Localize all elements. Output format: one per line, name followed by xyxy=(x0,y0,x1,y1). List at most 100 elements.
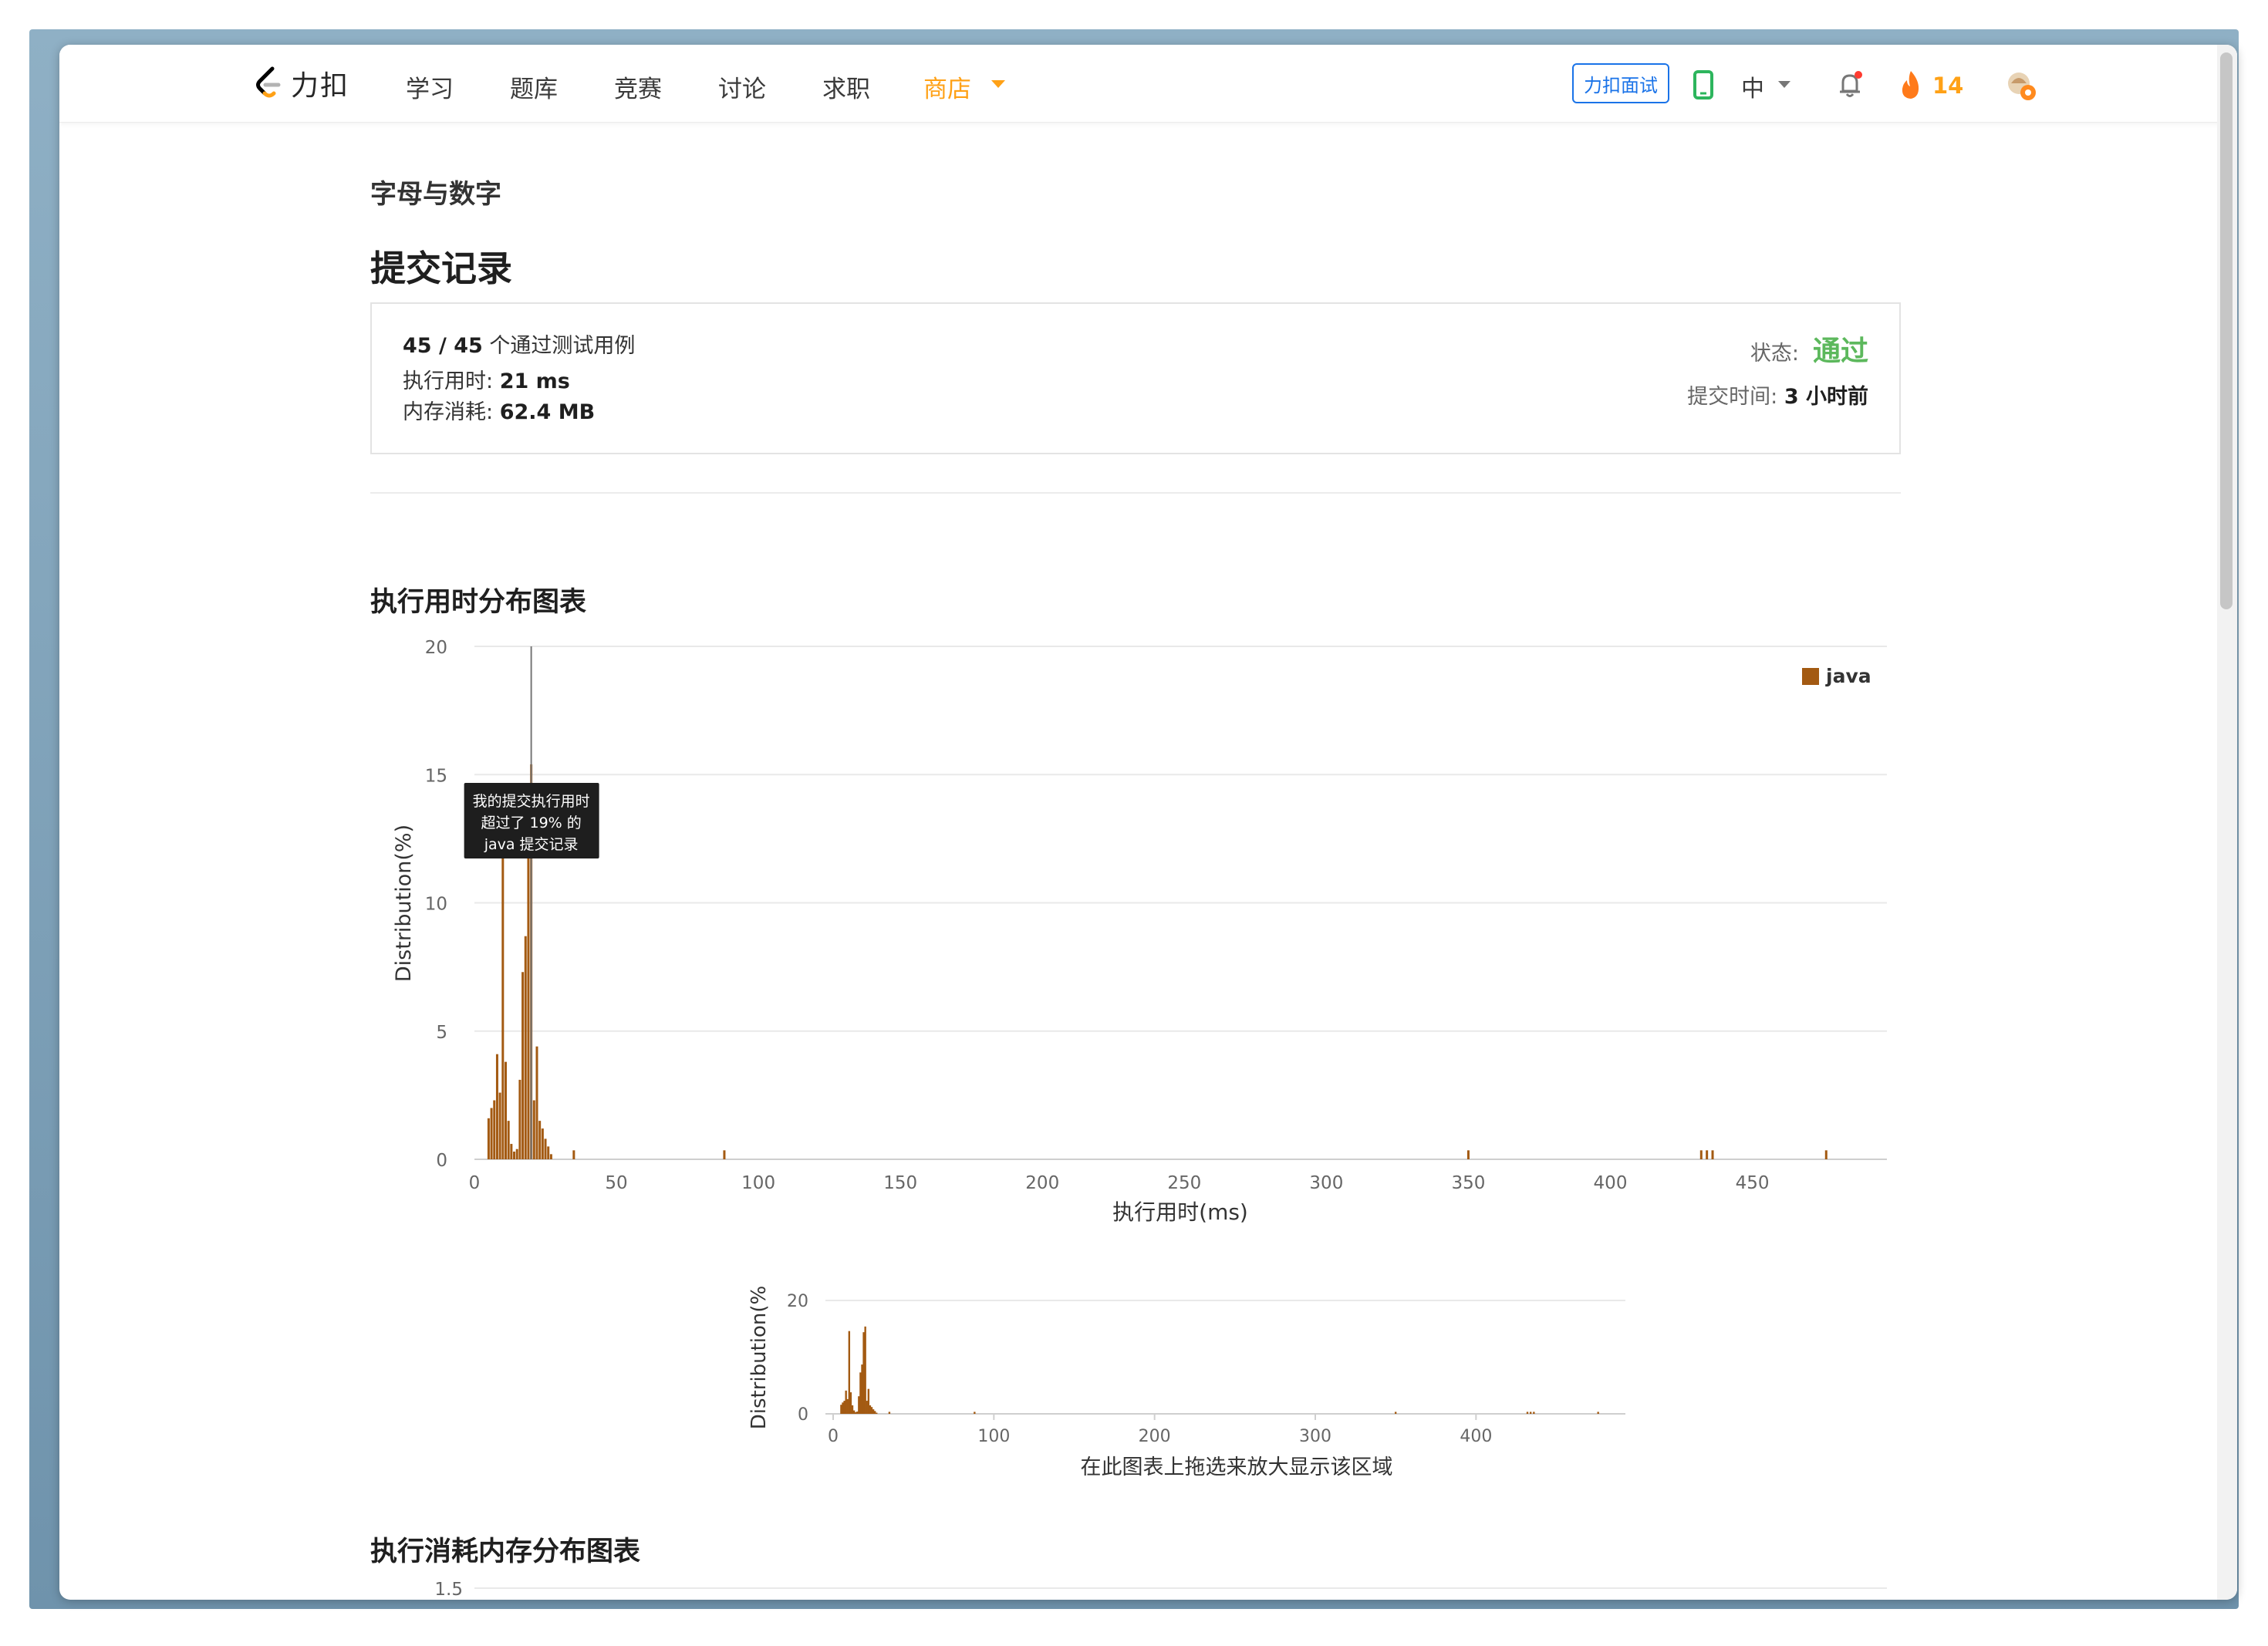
status-label: 状态: xyxy=(1750,342,1799,366)
section-divider xyxy=(370,492,1901,494)
x-tick-label: 300 xyxy=(1309,1173,1343,1193)
overview-bar xyxy=(1526,1412,1529,1414)
overview-bar xyxy=(851,1405,854,1414)
nav-item-store[interactable]: 商店 xyxy=(923,69,971,104)
runtime-bar xyxy=(504,1061,507,1159)
overview-bar xyxy=(848,1331,851,1414)
overview-bar xyxy=(842,1402,844,1414)
y-tick-label: 15 xyxy=(425,766,447,786)
submission-summary: 45 / 45 个通过测试用例 执行用时: 21 ms 内存消耗: 62.4 M… xyxy=(370,302,1901,454)
browser-window: 力扣 学习 题库 竞赛 讨论 求职 商店 力扣面试 中 14 字母与数字 提交记… xyxy=(59,45,2237,1600)
scrollbar[interactable] xyxy=(2217,45,2237,1600)
overview-bar xyxy=(843,1401,845,1414)
x-tick-label: 350 xyxy=(1451,1173,1485,1193)
overview-x-tick-label: 400 xyxy=(1460,1427,1492,1446)
runtime-bar xyxy=(507,1121,510,1159)
overview-bar xyxy=(888,1412,891,1414)
runtime-distribution-chart[interactable]: 051015200 50 100 150 200 250 300 350 400 450执行用时(… xyxy=(370,627,1901,1244)
x-tick-label: 100 xyxy=(741,1173,775,1193)
overview-bar xyxy=(852,1410,856,1414)
test-cases-line: 45 / 45 个通过测试用例 xyxy=(403,329,635,359)
overview-bar xyxy=(867,1388,870,1414)
nav-item-contest[interactable]: 竞赛 xyxy=(614,69,662,104)
language-selector[interactable]: 中 xyxy=(1741,69,1764,103)
memory-chart-title: 执行消耗内存分布图表 xyxy=(370,1536,641,1567)
overview-bar xyxy=(872,1409,875,1414)
overview-bar xyxy=(864,1326,866,1414)
overview-bar xyxy=(862,1332,865,1414)
overview-bar xyxy=(869,1405,872,1414)
overview-y-axis-label: Distribution(% xyxy=(748,1286,771,1430)
x-tick-label: 150 xyxy=(883,1173,917,1193)
runtime-bar xyxy=(1711,1150,1714,1159)
status-badge[interactable]: 通过 xyxy=(1813,329,1868,369)
runtime-bar xyxy=(549,1154,552,1159)
memory-distribution-chart[interactable]: 1.5 xyxy=(370,1580,1901,1600)
runtime-bar xyxy=(515,1148,518,1159)
overview-bar xyxy=(859,1372,862,1414)
runtime-line: 执行用时: 21 ms xyxy=(403,364,570,394)
overview-bar xyxy=(876,1412,878,1414)
overview-bar xyxy=(846,1398,849,1414)
overview-bar xyxy=(1597,1412,1599,1414)
scrollbar-thumb[interactable] xyxy=(2220,52,2233,609)
overview-caption: 在此图表上拖选来放大显示该区域 xyxy=(1081,1455,1393,1479)
avatar-icon[interactable] xyxy=(2003,68,2039,103)
overview-x-tick-label: 0 xyxy=(828,1427,839,1446)
submit-time-label: 提交时间: xyxy=(1687,385,1778,409)
y-axis-label: Distribution(%) xyxy=(392,825,416,982)
logo-text: 力扣 xyxy=(291,70,350,102)
overview-bar xyxy=(866,1401,868,1414)
runtime-bar xyxy=(518,1079,521,1159)
x-tick-label: 400 xyxy=(1594,1173,1628,1193)
overview-bar xyxy=(861,1364,863,1414)
nav-item-problems[interactable]: 题库 xyxy=(510,69,558,104)
overview-bar xyxy=(873,1411,876,1414)
nav-item-jobs[interactable]: 求职 xyxy=(822,69,870,104)
bell-icon[interactable] xyxy=(1835,69,1866,100)
overview-x-tick-label: 200 xyxy=(1139,1427,1171,1446)
chevron-down-icon[interactable] xyxy=(991,80,1005,88)
x-tick-label: 50 xyxy=(605,1173,627,1193)
y-tick-label: 5 xyxy=(436,1023,447,1043)
phone-icon[interactable] xyxy=(1693,70,1714,100)
problem-title[interactable]: 字母与数字 xyxy=(370,173,501,211)
x-tick-label: 200 xyxy=(1025,1173,1059,1193)
runtime-bar xyxy=(532,1100,535,1159)
runtime-bar xyxy=(1706,1150,1709,1159)
runtime-bar xyxy=(495,1054,498,1159)
runtime-bar xyxy=(493,1100,496,1159)
overview-bar xyxy=(858,1396,860,1414)
streak-count[interactable]: 14 xyxy=(1932,73,1963,99)
runtime-bar xyxy=(547,1146,550,1159)
memory-line: 内存消耗: 62.4 MB xyxy=(403,395,595,425)
nav-item-discuss[interactable]: 讨论 xyxy=(718,69,766,104)
memory-value: 62.4 MB xyxy=(499,400,596,424)
cases-passed: 45 / 45 xyxy=(403,334,483,358)
overview-y-tick-label: 0 xyxy=(798,1405,808,1425)
runtime-bar xyxy=(541,1128,544,1159)
y-tick-label: 20 xyxy=(425,638,447,658)
language-chevron-icon[interactable] xyxy=(1778,81,1790,88)
overview-bar xyxy=(1529,1412,1532,1414)
x-tick-label: 0 xyxy=(469,1173,481,1193)
interview-button[interactable]: 力扣面试 xyxy=(1572,63,1669,103)
top-navbar: 力扣 学习 题库 竞赛 讨论 求职 商店 力扣面试 中 14 xyxy=(59,45,2237,123)
x-tick-label: 250 xyxy=(1167,1173,1201,1193)
runtime-bar xyxy=(1466,1150,1470,1159)
overview-y-tick-label: 20 xyxy=(787,1292,808,1311)
page-title: 提交记录 xyxy=(370,248,512,289)
nav-item-learn[interactable]: 学习 xyxy=(406,69,454,104)
runtime-bar xyxy=(510,1144,513,1159)
runtime-bar xyxy=(498,1092,501,1159)
runtime-overview-chart[interactable]: 0200 100 200 300 400Distribution(%在此图表上拖选来放大… xyxy=(370,1271,1901,1487)
tooltip-text: java 提交记录 xyxy=(484,836,579,853)
leetcode-logo[interactable]: 力扣 xyxy=(252,63,349,103)
logo-icon xyxy=(256,66,281,98)
runtime-bar xyxy=(513,1152,516,1159)
runtime-bar xyxy=(1824,1150,1828,1159)
runtime-bar xyxy=(490,1108,493,1159)
overview-bar xyxy=(974,1412,976,1414)
runtime-bar xyxy=(538,1121,542,1159)
runtime-bar xyxy=(1699,1150,1703,1159)
